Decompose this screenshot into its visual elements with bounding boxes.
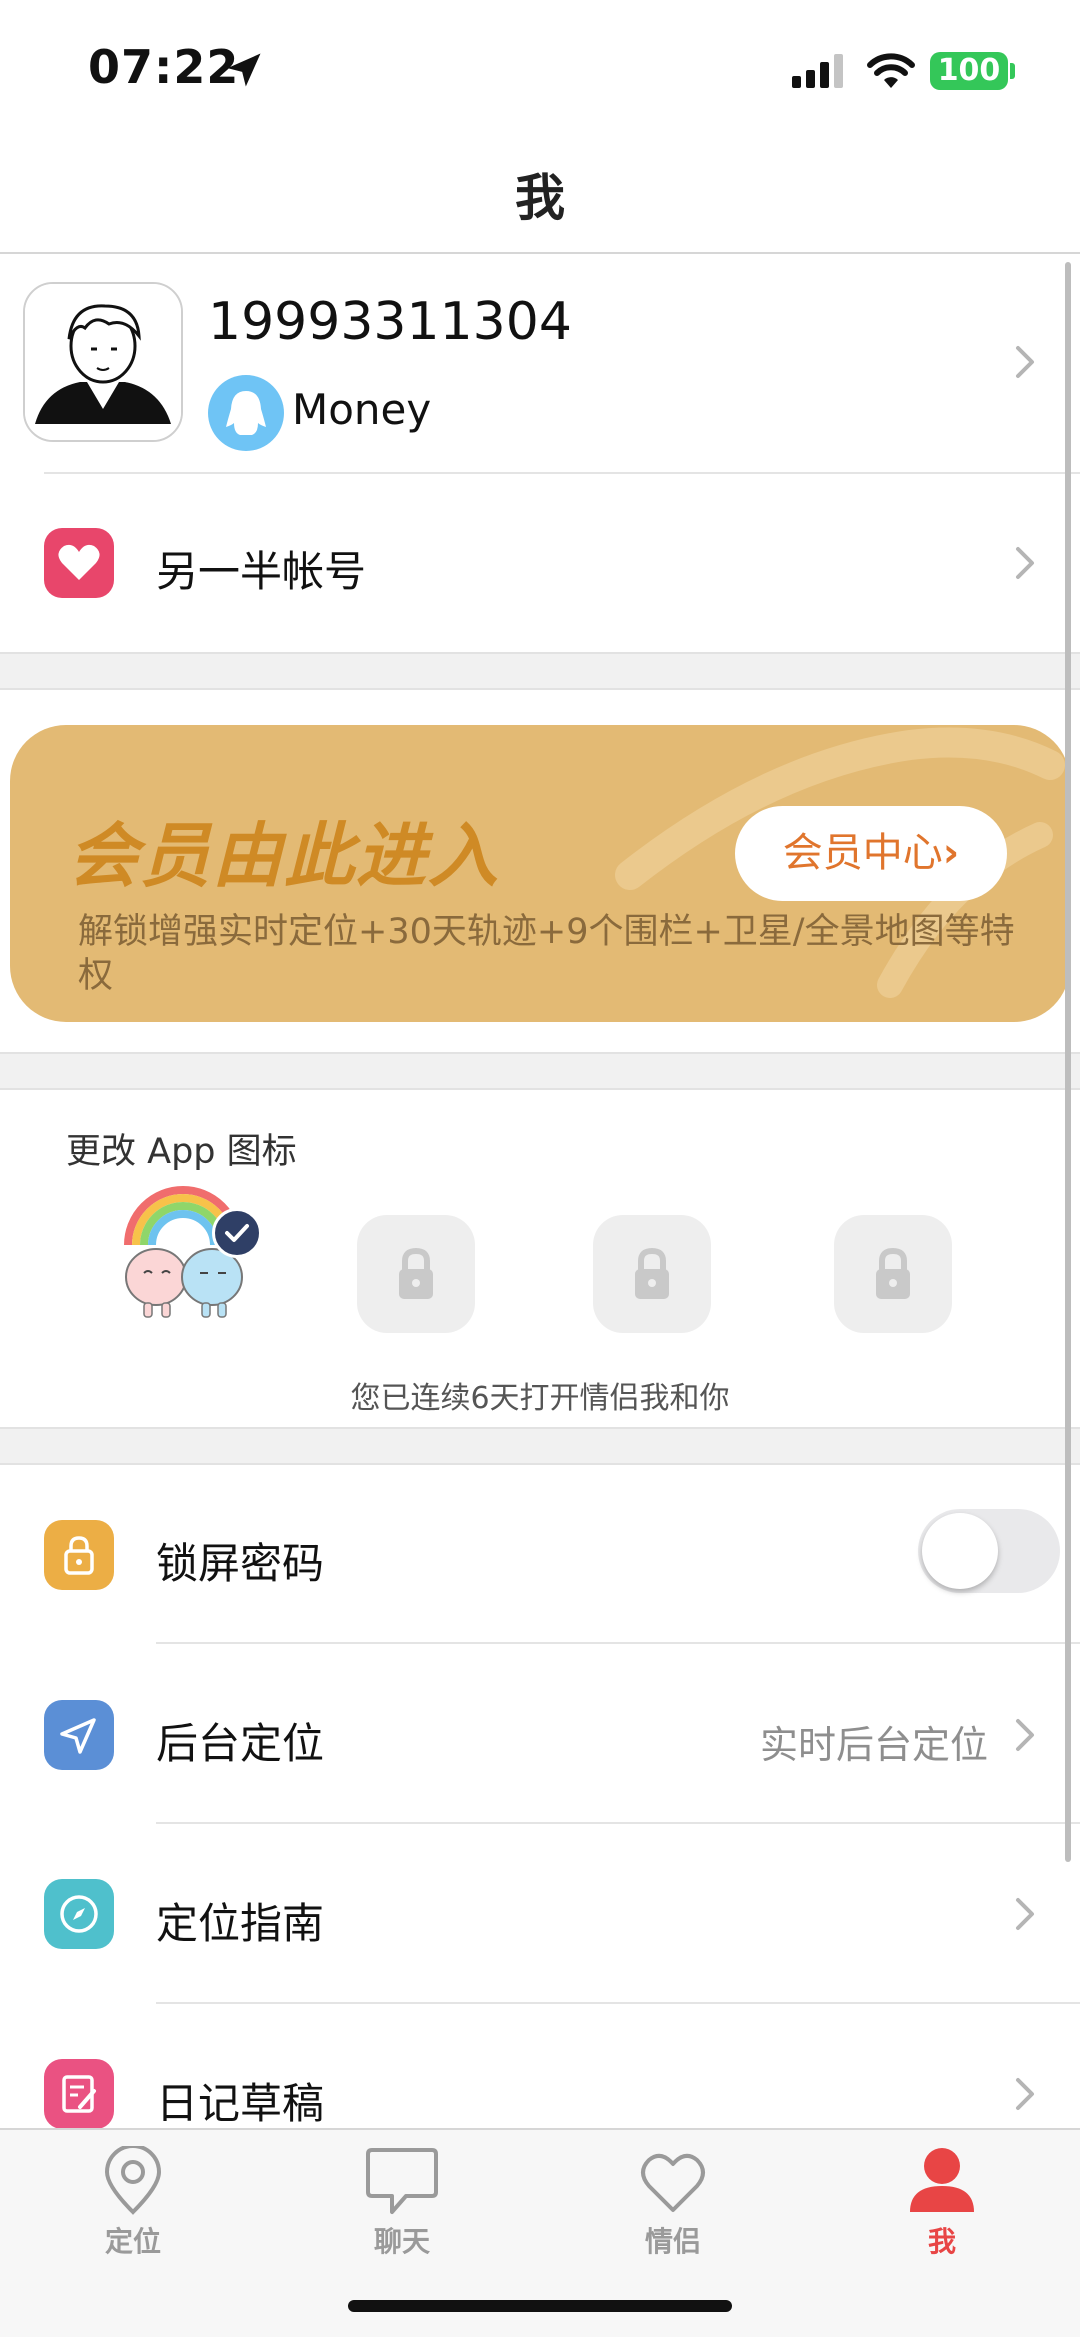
location-guide-label: 定位指南 xyxy=(156,1899,325,1948)
chevron-right-icon[interactable] xyxy=(1010,1894,1040,1934)
battery-indicator: 100 xyxy=(930,52,1008,90)
nav-divider xyxy=(0,252,1080,254)
lock-screen-password-label: 锁屏密码 xyxy=(156,1539,325,1588)
tab-couple-label: 情侣 xyxy=(644,2225,701,2258)
location-arrow-icon xyxy=(227,53,261,87)
chevron-right-icon[interactable] xyxy=(1010,1715,1040,1755)
chat-bubble-icon xyxy=(366,2148,438,2214)
heart-icon xyxy=(44,528,114,598)
tab-chat-label: 聊天 xyxy=(373,2225,430,2258)
tab-location[interactable]: 定位 xyxy=(33,2144,233,2258)
vip-title: 会员由此进入 xyxy=(68,815,500,897)
qq-icon xyxy=(208,375,284,451)
vip-center-button-label: 会员中心 xyxy=(782,830,943,876)
chevron-right-icon: › xyxy=(942,830,960,876)
lock-icon xyxy=(399,1247,433,1299)
avatar[interactable] xyxy=(23,282,183,442)
selected-check-icon xyxy=(212,1208,262,1258)
app-icon-option-locked-2[interactable] xyxy=(593,1215,711,1333)
background-location-value: 实时后台定位 xyxy=(760,1723,989,1767)
section-separator xyxy=(0,1427,1080,1465)
compass-icon xyxy=(44,1879,114,1949)
page-title: 我 xyxy=(515,169,565,227)
tab-me-label: 我 xyxy=(927,2225,956,2258)
avatar-illustration xyxy=(25,284,181,440)
edit-note-icon xyxy=(44,2059,114,2129)
scrollbar[interactable] xyxy=(1065,262,1071,1862)
chevron-right-icon[interactable] xyxy=(1010,543,1040,583)
tab-chat[interactable]: 聊天 xyxy=(302,2146,502,2258)
battery-tip xyxy=(1010,63,1015,79)
home-indicator xyxy=(348,2300,732,2312)
app-icon-option-locked-1[interactable] xyxy=(357,1215,475,1333)
location-pin-icon xyxy=(104,2144,162,2215)
tab-location-label: 定位 xyxy=(104,2225,161,2258)
tab-couple[interactable]: 情侣 xyxy=(573,2146,773,2258)
chevron-right-icon[interactable] xyxy=(1010,2074,1040,2114)
diary-drafts-label: 日记草稿 xyxy=(156,2079,325,2128)
phone-number: 19993311304 xyxy=(208,292,572,352)
app-icon-option-locked-3[interactable] xyxy=(834,1215,952,1333)
partner-account-label: 另一半帐号 xyxy=(156,547,367,596)
wifi-icon xyxy=(867,53,915,88)
section-separator xyxy=(0,1052,1080,1090)
status-time: 07:22 xyxy=(88,40,240,94)
profile-chevron-right-icon[interactable] xyxy=(1010,342,1040,382)
streak-text: 您已连续6天打开情侣我和你 xyxy=(350,1381,730,1416)
lock-icon xyxy=(635,1247,669,1299)
vip-center-button[interactable]: 会员中心› xyxy=(735,806,1007,901)
nickname: Money xyxy=(292,385,432,434)
heart-icon xyxy=(641,2153,705,2212)
background-location-label: 后台定位 xyxy=(156,1719,325,1768)
toggle-knob xyxy=(922,1513,998,1589)
lock-icon xyxy=(44,1520,114,1590)
person-icon xyxy=(910,2148,974,2212)
lock-icon xyxy=(876,1247,910,1299)
tab-me[interactable]: 我 xyxy=(842,2146,1042,2258)
section-separator xyxy=(0,652,1080,690)
signal-icon xyxy=(792,54,843,88)
navigation-arrow-icon xyxy=(44,1700,114,1770)
vip-description: 解锁增强实时定位+30天轨迹+9个围栏+卫星/全景地图等特权 xyxy=(78,912,1015,996)
